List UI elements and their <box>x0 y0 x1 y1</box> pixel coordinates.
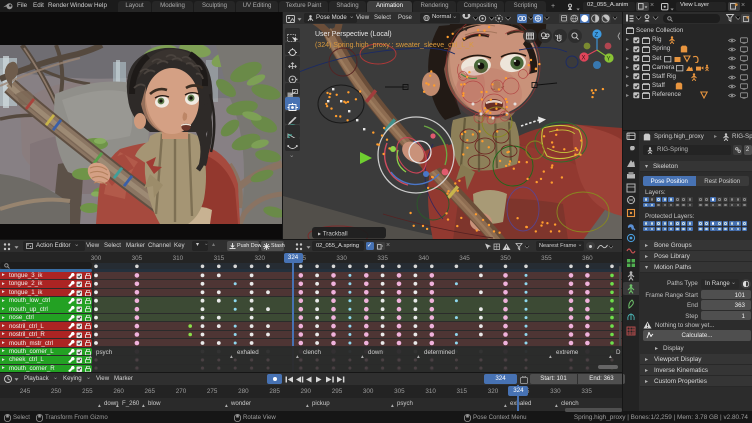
svg-text:Y: Y <box>607 57 611 63</box>
svg-text:(324) Spring.high_proxy : swea: (324) Spring.high_proxy : sweater_sleeve… <box>315 42 474 49</box>
svg-text:Z: Z <box>595 33 599 39</box>
svg-text:User Perspective (Local): User Perspective (Local) <box>315 31 392 38</box>
svg-text:▸ Trackball: ▸ Trackball <box>318 231 348 238</box>
svg-text:X: X <box>582 56 586 62</box>
